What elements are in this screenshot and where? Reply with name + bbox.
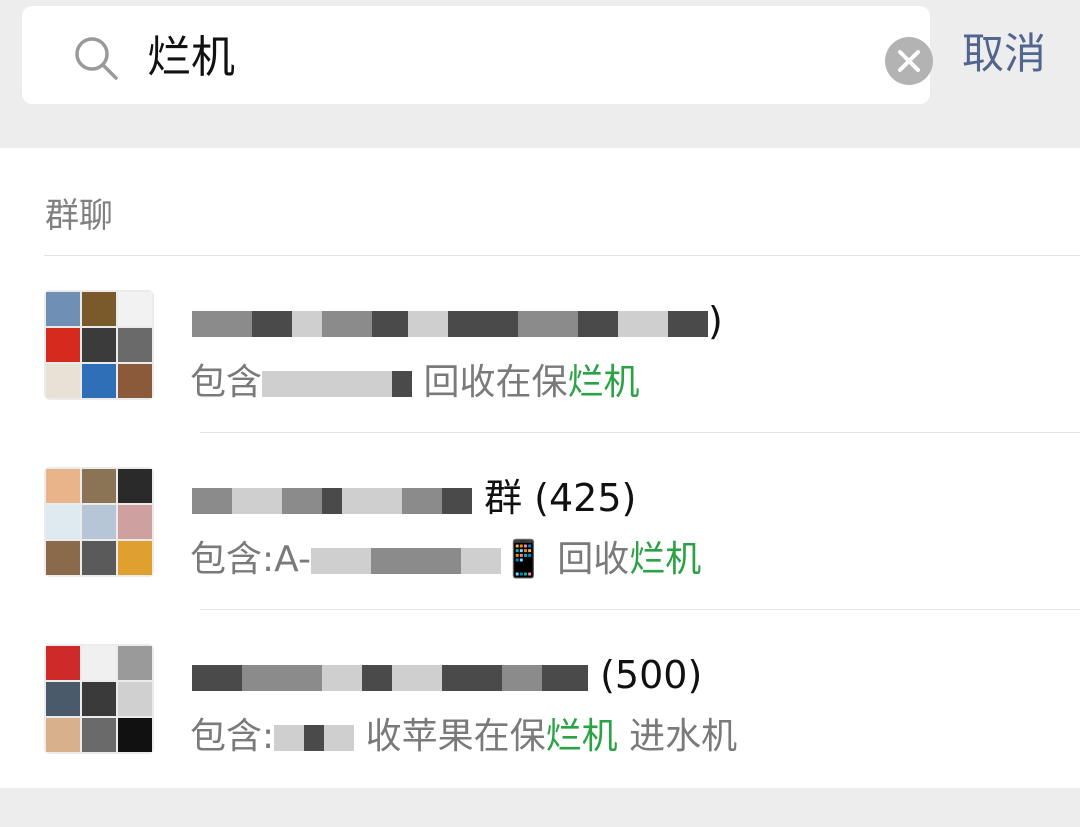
group-match-description: 包含:A- 📱 回收烂机 (190, 539, 702, 580)
group-avatar (44, 467, 154, 577)
group-name: ) (192, 298, 723, 344)
search-input[interactable]: 烂机 (147, 28, 235, 88)
group-name: 群 (425) (192, 475, 636, 521)
group-chat-result[interactable]: (500) 包含: 收苹果在保烂机 进水机 (0, 610, 1080, 786)
clear-search-button[interactable] (885, 37, 933, 85)
group-avatar (44, 644, 154, 754)
footer-spacer (0, 788, 1080, 827)
group-name: (500) (192, 652, 702, 698)
results-panel: 群聊 ) 包含 回收在保烂机 群 (425) 包含:A- 📱 回收烂机 (500… (0, 148, 1080, 788)
search-bar: 烂机 取消 (0, 0, 1080, 148)
group-chat-result[interactable]: ) 包含 回收在保烂机 (0, 256, 1080, 432)
group-match-description: 包含 回收在保烂机 (190, 362, 640, 403)
close-icon (898, 50, 920, 72)
search-box[interactable]: 烂机 (22, 6, 933, 104)
search-icon (75, 37, 118, 80)
cancel-button[interactable]: 取消 (962, 26, 1046, 82)
section-title-group-chats: 群聊 (45, 196, 113, 236)
group-match-description: 包含: 收苹果在保烂机 进水机 (190, 716, 738, 757)
group-chat-result[interactable]: 群 (425) 包含:A- 📱 回收烂机 (0, 433, 1080, 609)
group-avatar (44, 290, 154, 400)
phone-icon: 📱 (500, 539, 546, 580)
